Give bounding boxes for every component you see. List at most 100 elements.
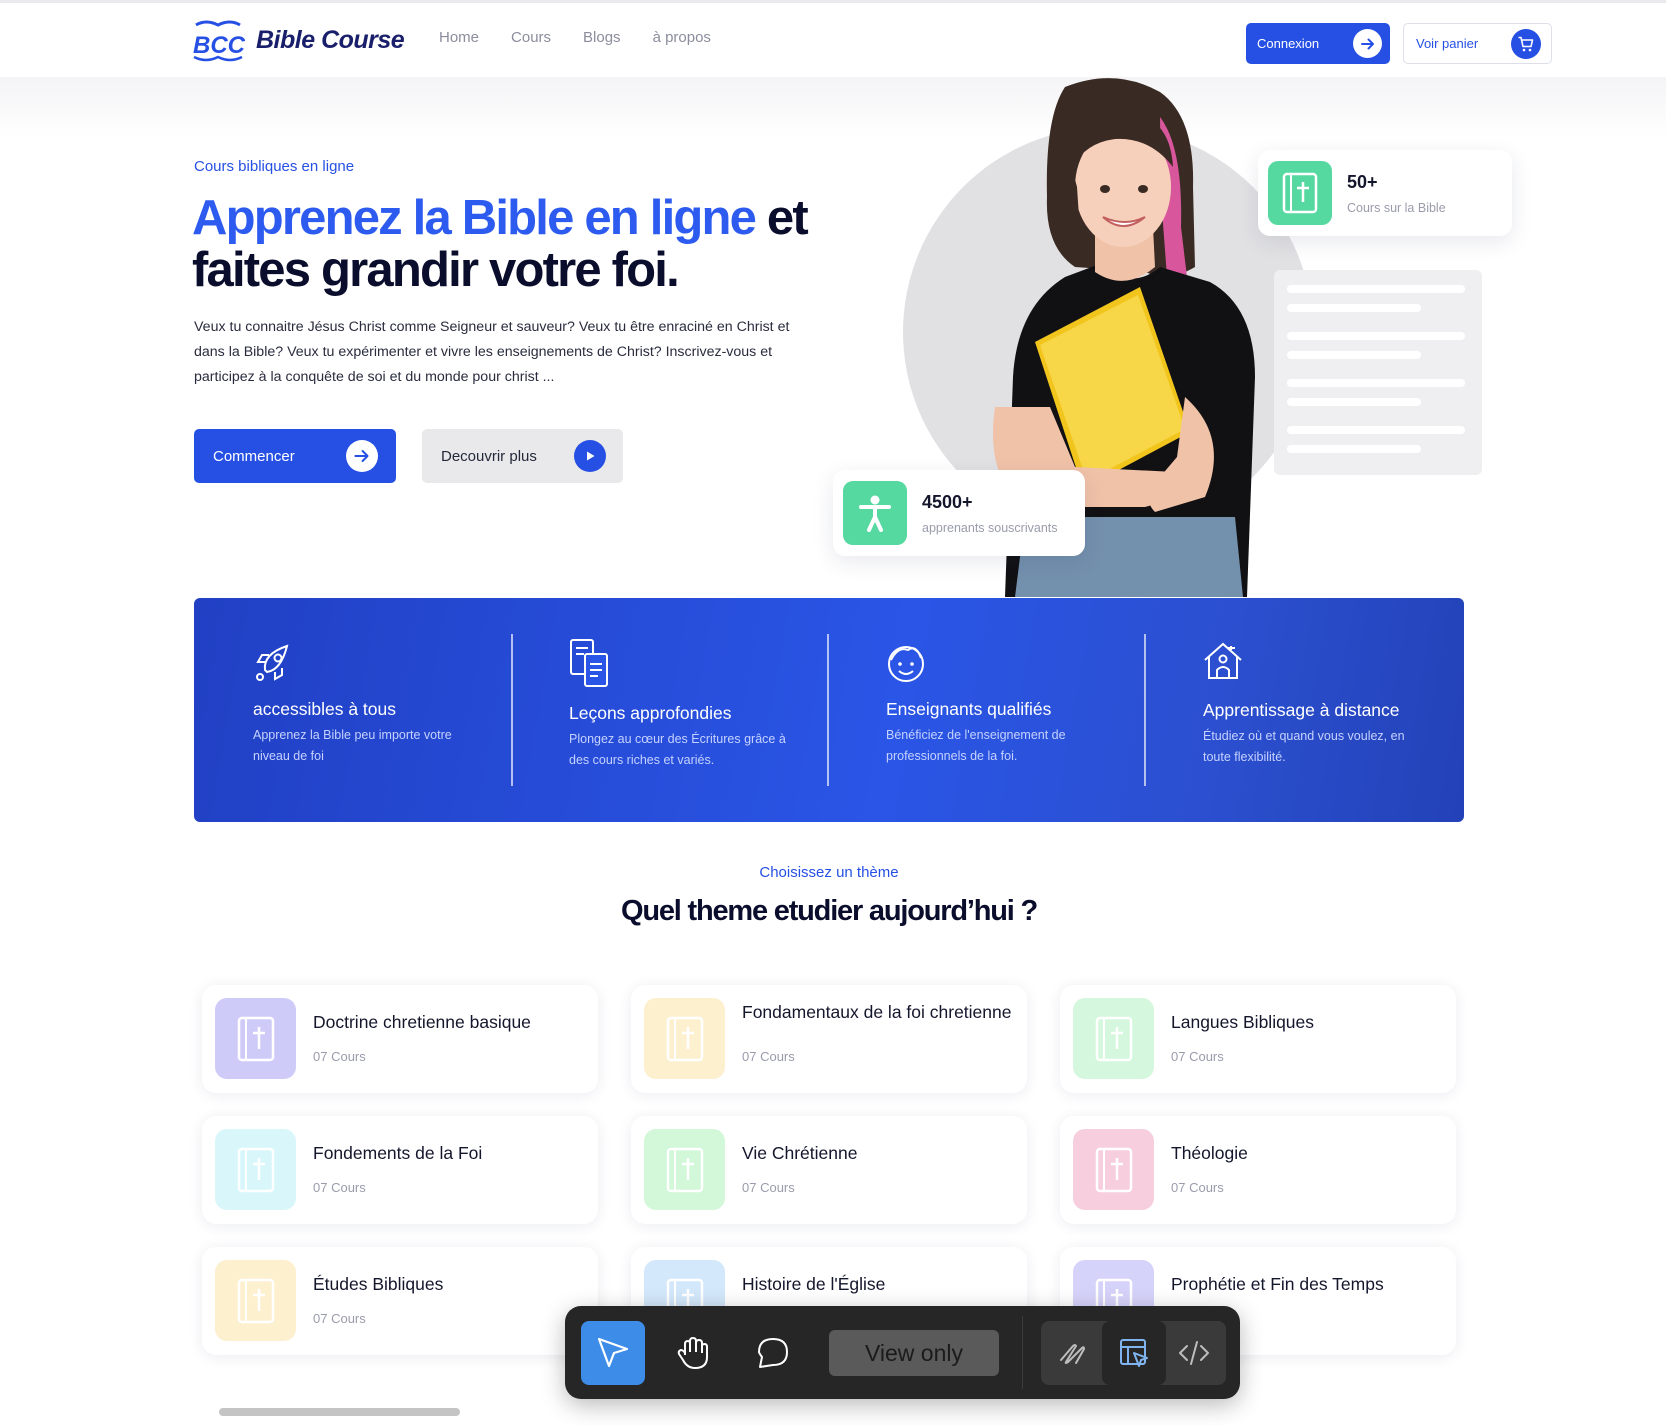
logo-text: Bible Course: [256, 25, 405, 54]
hero-title-line2: faites grandir votre foi.: [192, 243, 680, 297]
main-nav: Home Cours Blogs à propos: [439, 29, 711, 46]
bible-icon: [237, 1278, 274, 1323]
feature-desc: Apprenez la Bible peu importe votre nive…: [253, 728, 452, 763]
horizontal-scrollbar[interactable]: [219, 1408, 460, 1416]
toolbar-right-group: [1041, 1321, 1226, 1385]
login-button[interactable]: Connexion: [1246, 23, 1390, 64]
divider: [511, 634, 513, 786]
feature-desc: Étudiez où et quand vous voulez, en tout…: [1203, 729, 1405, 764]
start-button[interactable]: Commencer: [194, 429, 396, 483]
theme-course-count: 07 Cours: [1171, 1049, 1224, 1064]
theme-card[interactable]: Fondements de la Foi 07 Cours: [202, 1116, 598, 1224]
code-tool[interactable]: [1162, 1321, 1226, 1385]
rocket-icon: [256, 644, 289, 681]
code-icon: [1179, 1341, 1209, 1365]
discover-label: Decouvrir plus: [441, 447, 537, 465]
logo[interactable]: BCC Bible Course: [190, 17, 405, 63]
draw-icon: [1060, 1344, 1085, 1364]
themes-eyebrow: Choisissez un thème: [759, 864, 899, 881]
document-placeholder-card: [1274, 270, 1482, 475]
feature-accessible: accessibles à tous Apprenez la Bible peu…: [253, 598, 493, 822]
theme-course-count: 07 Cours: [742, 1180, 795, 1195]
teacher-face-icon: [888, 646, 924, 682]
themes-title: Quel theme etudier aujourd’hui ?: [621, 895, 1038, 927]
stat-card-learners: 4500+ apprenants souscrivants: [833, 470, 1085, 556]
documents-icon: [570, 639, 608, 687]
cart-button[interactable]: Voir panier: [1403, 23, 1552, 64]
feature-title: Enseignants qualifiés: [886, 699, 1052, 719]
theme-name: Théologie: [1171, 1143, 1248, 1163]
theme-name: Langues Bibliques: [1171, 1012, 1315, 1032]
feature-title: accessibles à tous: [253, 699, 396, 719]
bible-icon: [1268, 161, 1332, 225]
theme-name: Prophétie et Fin des Temps: [1171, 1274, 1384, 1294]
hero-title-rest: et: [755, 191, 809, 245]
stat-learners-value: 4500+: [922, 492, 973, 512]
start-label: Commencer: [213, 447, 295, 465]
theme-card[interactable]: Études Bibliques 07 Cours: [202, 1247, 598, 1355]
bible-icon: [1095, 1016, 1132, 1061]
hero-eyebrow: Cours bibliques en ligne: [194, 158, 355, 175]
hero-title-highlight: Apprenez la Bible en ligne: [192, 191, 757, 245]
theme-thumb: [1073, 1129, 1154, 1210]
viewer-toolbar: View only: [565, 1306, 1240, 1399]
play-icon: [574, 440, 606, 472]
pointer-tool[interactable]: [581, 1321, 645, 1385]
cart-icon: [1511, 29, 1541, 59]
theme-card[interactable]: Vie Chrétienne 07 Cours: [631, 1116, 1027, 1224]
draw-tool[interactable]: [1041, 1321, 1105, 1385]
theme-course-count: 07 Cours: [313, 1180, 366, 1195]
theme-thumb: [215, 1260, 296, 1341]
discover-button[interactable]: Decouvrir plus: [422, 429, 623, 483]
comment-tool[interactable]: [741, 1321, 805, 1385]
bible-icon: [237, 1016, 274, 1061]
divider: [1144, 634, 1146, 786]
theme-thumb: [215, 998, 296, 1079]
bible-icon: [1095, 1147, 1132, 1192]
theme-card[interactable]: Fondamentaux de la foi chretienne 07 Cour…: [631, 985, 1027, 1093]
features-band: accessibles à tous Apprenez la Bible peu…: [194, 598, 1464, 822]
theme-name: Vie Chrétienne: [742, 1143, 858, 1163]
inspect-tool[interactable]: [1102, 1321, 1166, 1385]
hero-lead: Veux tu connaitre Jésus Christ comme Sei…: [194, 319, 790, 385]
bible-icon: [666, 1147, 703, 1192]
theme-name: Fondamentaux de la foi chretienne: [742, 1002, 1012, 1022]
view-only-badge: View only: [829, 1330, 999, 1376]
theme-card[interactable]: Théologie 07 Cours: [1060, 1116, 1456, 1224]
comment-icon: [758, 1338, 788, 1368]
navbar: BCC Bible Course Home Cours Blogs à prop…: [0, 3, 1666, 77]
accessibility-icon: [843, 481, 907, 545]
svg-text:BCC: BCC: [193, 32, 246, 59]
feature-remote: Apprentissage à distance Étudiez où et q…: [1203, 598, 1443, 822]
hero-title: Apprenez la Bible en ligne et faites gra…: [192, 192, 832, 296]
feature-title: Leçons approfondies: [569, 703, 732, 723]
arrow-right-icon: [346, 440, 378, 472]
hero-background: [0, 77, 1666, 137]
feature-teachers: Enseignants qualifiés Bénéficiez de l'en…: [886, 598, 1126, 822]
logo-mark-icon: BCC: [193, 20, 246, 62]
nav-about[interactable]: à propos: [653, 29, 711, 46]
inspect-icon: [1120, 1339, 1148, 1367]
stat-learners-label: apprenants souscrivants: [922, 521, 1058, 535]
feature-title: Apprentissage à distance: [1203, 700, 1400, 720]
remote-home-icon: [1204, 642, 1242, 679]
theme-card[interactable]: Langues Bibliques 07 Cours: [1060, 985, 1456, 1093]
theme-course-count: 07 Cours: [1171, 1180, 1224, 1195]
hand-icon: [677, 1337, 708, 1369]
theme-name: Fondements de la Foi: [313, 1143, 483, 1163]
theme-name: Histoire de l'Église: [742, 1274, 886, 1294]
theme-thumb: [1073, 998, 1154, 1079]
theme-thumb: [644, 1129, 725, 1210]
nav-blogs[interactable]: Blogs: [583, 29, 621, 46]
hand-tool[interactable]: [661, 1321, 725, 1385]
stat-courses-label: Cours sur la Bible: [1347, 201, 1446, 215]
theme-course-count: 07 Cours: [313, 1311, 366, 1326]
arrow-right-icon: [1353, 29, 1382, 58]
divider: [827, 634, 829, 786]
nav-home[interactable]: Home: [439, 29, 479, 46]
feature-desc: Bénéficiez de l'enseignement de professi…: [886, 728, 1066, 763]
theme-card[interactable]: Doctrine chretienne basique 07 Cours: [202, 985, 598, 1093]
theme-thumb: [215, 1129, 296, 1210]
cart-label: Voir panier: [1416, 36, 1479, 51]
nav-cours[interactable]: Cours: [511, 29, 551, 46]
